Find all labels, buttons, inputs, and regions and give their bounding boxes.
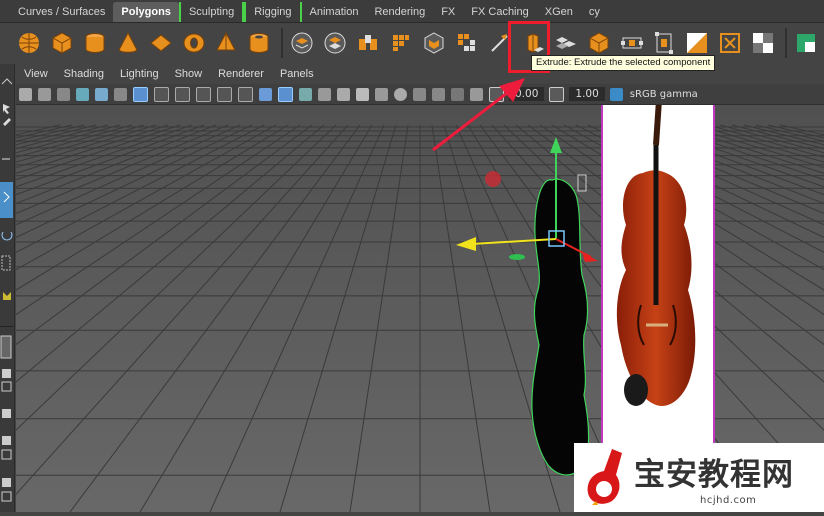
smooth-icon[interactable] [386, 28, 416, 58]
extract-icon[interactable] [353, 28, 383, 58]
tab-polygons[interactable]: Polygons [113, 2, 179, 22]
extrude-tooltip: Extrude: Extrude the selected component [531, 55, 716, 71]
watermark-banner: 宝安教程网 hcjhd.com [574, 443, 824, 512]
wedge-icon[interactable] [649, 28, 679, 58]
film-gate-icon[interactable] [154, 86, 169, 102]
tab-rendering[interactable]: Rendering [366, 2, 433, 22]
camera-icon[interactable] [19, 87, 32, 101]
checker-icon[interactable] [748, 28, 778, 58]
image-plane-icon[interactable] [76, 87, 89, 101]
tab-xgen[interactable]: XGen [537, 2, 581, 22]
color-space-label[interactable]: sRGB gamma [626, 89, 702, 100]
tab-curves-surfaces[interactable]: Curves / Surfaces [10, 2, 113, 22]
grid-toggle-icon[interactable] [133, 86, 148, 102]
menu-view[interactable]: View [16, 68, 56, 80]
shelf-separator [785, 28, 788, 58]
color-management-icon[interactable] [609, 87, 623, 101]
gamma-field[interactable]: 1.00 [569, 87, 605, 101]
shadows-icon[interactable] [375, 87, 388, 101]
green-cube-icon[interactable] [791, 28, 821, 58]
tab-animation[interactable]: Animation [302, 2, 367, 22]
sphere-icon[interactable] [14, 28, 44, 58]
wireframe-icon[interactable] [259, 87, 272, 101]
cylinder-icon[interactable] [80, 28, 110, 58]
smooth-shade-icon[interactable] [278, 86, 293, 102]
shelf-handle[interactable] [0, 2, 10, 22]
left-toolbox [0, 64, 15, 512]
pointer-arrow [432, 78, 525, 152]
uv-editor-icon[interactable] [682, 28, 712, 58]
menu-show[interactable]: Show [167, 68, 211, 80]
cube-icon[interactable] [47, 28, 77, 58]
fill-hole-icon[interactable] [715, 28, 745, 58]
wireframe-on-shaded-icon[interactable] [299, 87, 312, 101]
watermark-url: hcjhd.com [700, 495, 757, 506]
tab-cy[interactable]: cy [581, 2, 608, 22]
2d-pan-zoom-icon[interactable] [114, 87, 127, 101]
grease-pencil-icon[interactable] [95, 87, 108, 101]
combine-icon[interactable] [287, 28, 317, 58]
separate-icon[interactable] [320, 28, 350, 58]
safe-action-icon[interactable] [238, 86, 253, 102]
light-bulb-icon [485, 171, 501, 187]
menu-lighting[interactable]: Lighting [112, 68, 167, 80]
gate-mask-icon[interactable] [196, 86, 211, 102]
tab-fx-caching[interactable]: FX Caching [463, 2, 536, 22]
shelf-tab-bar: Curves / Surfaces Polygons Sculpting Rig… [0, 0, 824, 23]
pyramid-icon[interactable] [212, 28, 242, 58]
tab-fx[interactable]: FX [433, 2, 463, 22]
plane-icon[interactable] [146, 28, 176, 58]
menu-shading[interactable]: Shading [56, 68, 112, 80]
bookmark-icon[interactable] [57, 87, 70, 101]
pipe-icon[interactable] [244, 28, 274, 58]
panel-toolbar: 0.00 1.00 sRGB gamma [16, 84, 824, 105]
field-chart-icon[interactable] [217, 86, 232, 102]
cone-icon[interactable] [113, 28, 143, 58]
poke-icon[interactable] [617, 28, 647, 58]
bevel-icon[interactable] [551, 28, 581, 58]
mirror-icon[interactable] [419, 28, 449, 58]
menu-renderer[interactable]: Renderer [210, 68, 272, 80]
xray-icon[interactable] [318, 87, 331, 101]
gamma-icon[interactable] [549, 86, 565, 102]
textured-icon[interactable] [337, 87, 350, 101]
camera-attributes-icon[interactable] [38, 87, 51, 101]
shelf-separator [281, 28, 284, 58]
tab-sculpting[interactable]: Sculpting [178, 2, 245, 22]
watermark-title: 宝安教程网 [634, 457, 794, 493]
tab-rigging[interactable]: Rigging [244, 2, 302, 22]
menu-panels[interactable]: Panels [272, 68, 322, 80]
watermark-logo-icon [587, 449, 622, 505]
ambient-occlusion-icon[interactable] [394, 87, 407, 101]
bridge-icon[interactable] [452, 28, 482, 58]
resolution-gate-icon[interactable] [175, 86, 190, 102]
torus-icon[interactable] [179, 28, 209, 58]
toolbox-icons[interactable] [0, 64, 14, 512]
lights-icon[interactable] [356, 87, 369, 101]
boolean-icon[interactable] [584, 28, 614, 58]
